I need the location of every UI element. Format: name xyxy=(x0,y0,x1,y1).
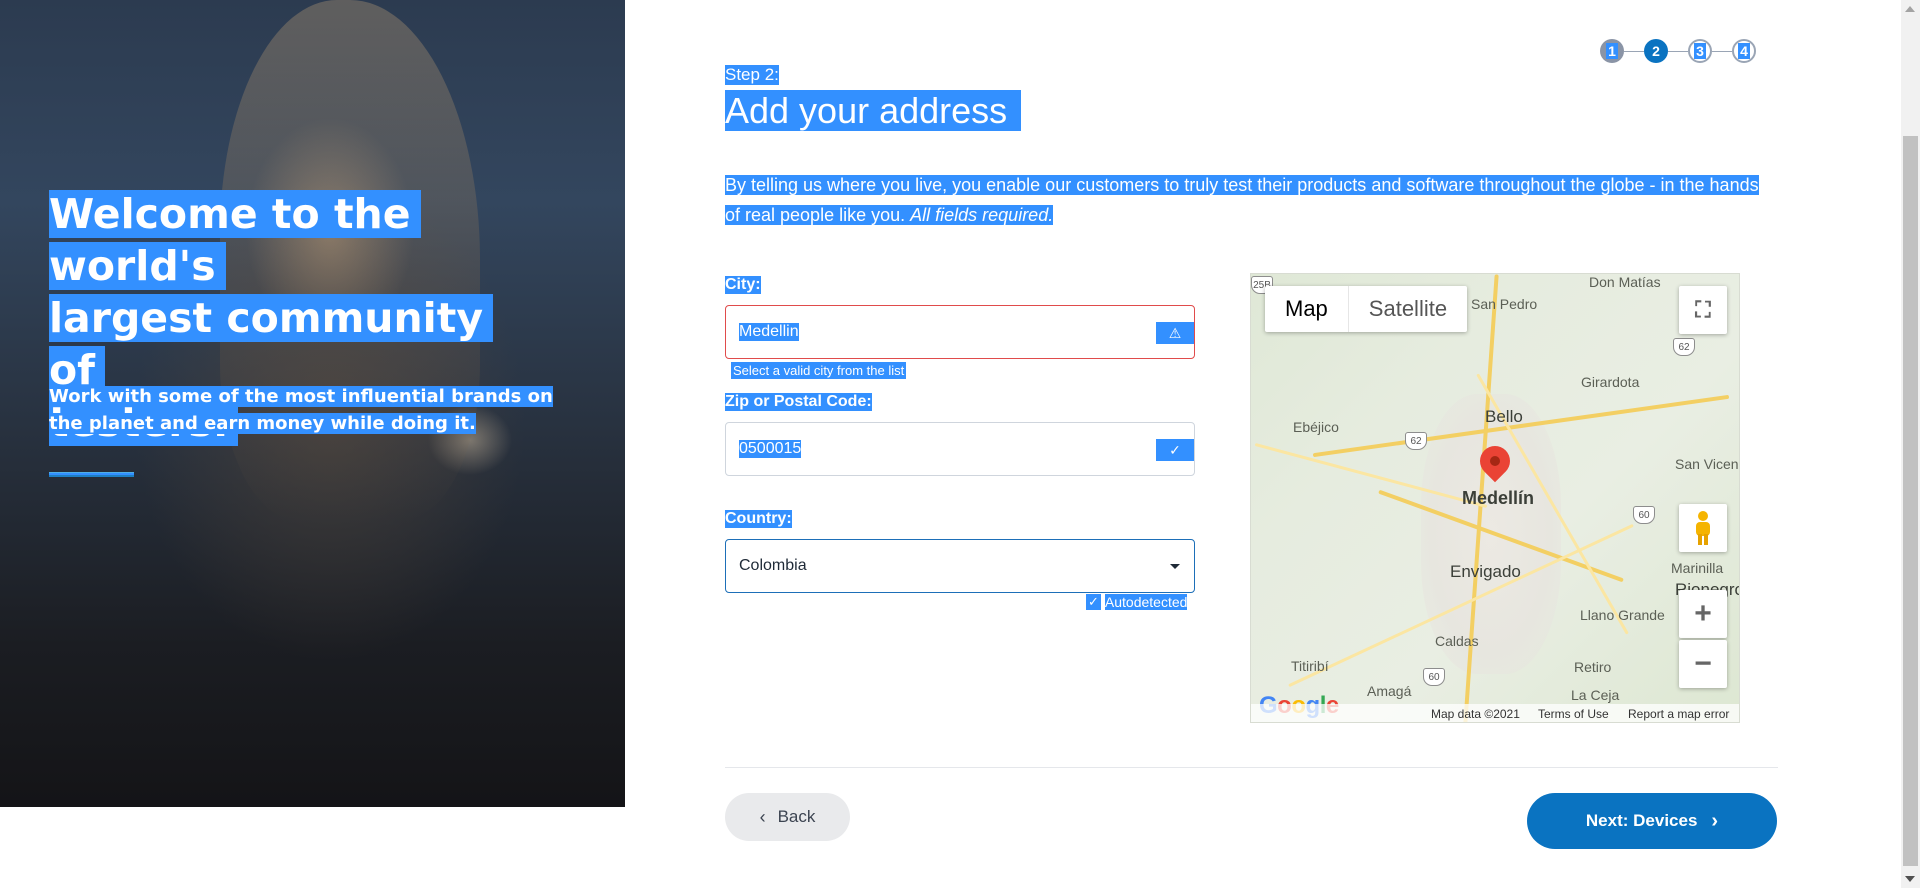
map-label: Marinilla xyxy=(1671,560,1724,576)
zoom-out-icon[interactable]: − xyxy=(1679,640,1727,688)
map-label: Bello xyxy=(1485,407,1523,426)
page-title: Add your address xyxy=(725,89,1022,133)
required-note: All fields required. xyxy=(910,205,1054,225)
chevron-left-icon: ‹ xyxy=(759,806,766,827)
map-label: Ebéjico xyxy=(1293,419,1339,435)
fullscreen-icon[interactable]: ⛶ xyxy=(1679,286,1727,334)
next-button[interactable]: Next: Devices › xyxy=(1527,793,1777,849)
step-connector xyxy=(1712,50,1732,52)
country-value: Colombia xyxy=(739,557,807,574)
step-1[interactable]: 1 xyxy=(1600,39,1624,63)
step-connector xyxy=(1668,50,1688,52)
map-label: La Ceja xyxy=(1571,687,1620,703)
hero-divider xyxy=(49,472,134,477)
map-tab[interactable]: Map xyxy=(1265,286,1349,332)
step-connector xyxy=(1624,50,1644,52)
pegman-icon xyxy=(1696,511,1710,545)
intro-text: By telling us where you live, you enable… xyxy=(725,175,1759,225)
scroll-thumb[interactable] xyxy=(1903,136,1918,866)
warning-icon: ⚠ xyxy=(1156,322,1194,344)
step-4: 4 xyxy=(1732,39,1756,63)
step-label: Step 2: xyxy=(725,65,779,85)
map-label: Caldas xyxy=(1435,633,1479,649)
back-button[interactable]: ‹ Back xyxy=(725,793,850,841)
step-3: 3 xyxy=(1688,39,1712,63)
scroll-down-icon[interactable] xyxy=(1905,876,1915,882)
city-value: Medellin xyxy=(739,323,799,341)
route-shield: 60 xyxy=(1633,506,1655,524)
country-select[interactable]: Colombia xyxy=(725,539,1195,593)
progress-stepper: 1 2 3 4 xyxy=(1600,39,1756,63)
zoom-in-icon[interactable]: + xyxy=(1679,590,1727,638)
autodetected-note: ✓ Autodetected xyxy=(1086,594,1188,610)
map-label: Titiribí xyxy=(1291,658,1329,674)
map-label: Girardota xyxy=(1581,374,1640,390)
page-scrollbar[interactable] xyxy=(1901,0,1920,888)
report-link[interactable]: Report a map error xyxy=(1628,707,1729,721)
hero-subtitle: Work with some of the most influential b… xyxy=(49,386,553,434)
map-label: San Pedro xyxy=(1471,296,1538,312)
check-icon: ✓ xyxy=(1086,594,1101,610)
map-label: Medellín xyxy=(1462,488,1535,508)
map-attribution: Map data ©2021 Terms of Use Report a map… xyxy=(1251,704,1739,722)
map-label: Don Matías xyxy=(1589,274,1661,290)
map-label: Llano Grande xyxy=(1580,607,1665,623)
zip-label: Zip or Postal Code: xyxy=(725,393,872,411)
hero-panel: Welcome to the world's largest community… xyxy=(0,0,625,807)
map-label: Retiro xyxy=(1574,659,1612,675)
map-label: Envigado xyxy=(1450,562,1521,581)
step-2: 2 xyxy=(1644,39,1668,63)
map-label: Amagá xyxy=(1367,683,1412,699)
route-shield: 60 xyxy=(1423,668,1445,686)
map-label: San Vicen xyxy=(1675,456,1739,472)
divider xyxy=(725,767,1778,768)
zip-value: 0500015 xyxy=(739,440,802,458)
street-view-icon[interactable] xyxy=(1679,504,1727,552)
city-label: City: xyxy=(725,276,761,294)
chevron-down-icon xyxy=(1170,564,1180,569)
city-input[interactable]: Medellin ⚠ xyxy=(725,305,1195,359)
location-map[interactable]: San Pedro Don Matías Girardota Bello Ebé… xyxy=(1250,273,1740,723)
route-shield: 62 xyxy=(1405,432,1427,450)
city-error-hint: Select a valid city from the list xyxy=(731,362,907,379)
scroll-up-icon[interactable] xyxy=(1905,6,1915,12)
chevron-right-icon: › xyxy=(1711,809,1719,832)
zip-input[interactable]: 0500015 ✓ xyxy=(725,422,1195,476)
check-icon: ✓ xyxy=(1156,439,1194,461)
route-shield: 62 xyxy=(1673,338,1695,356)
map-data-text: Map data ©2021 xyxy=(1431,707,1520,721)
terms-link[interactable]: Terms of Use xyxy=(1538,707,1609,721)
satellite-tab[interactable]: Satellite xyxy=(1349,286,1467,332)
country-label: Country: xyxy=(725,510,792,528)
map-type-toggle: Map Satellite xyxy=(1265,286,1468,332)
